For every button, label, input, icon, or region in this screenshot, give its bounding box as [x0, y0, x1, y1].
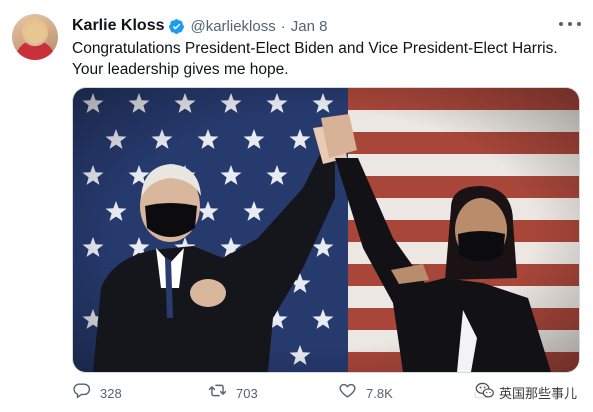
wechat-watermark: 英国那些事儿 [472, 380, 579, 405]
retweet-button[interactable]: 703 [208, 380, 258, 406]
heart-icon [338, 381, 357, 405]
tweet-card: Karlie Kloss @karliekloss · Jan 8 Congra… [0, 0, 593, 412]
watermark-text: 英国那些事儿 [498, 385, 577, 401]
tweet-photo[interactable] [72, 87, 580, 373]
like-button[interactable]: 7.8K [338, 380, 393, 406]
reply-count: 328 [100, 385, 122, 401]
photo-illustration [73, 88, 579, 372]
reply-icon [72, 381, 91, 405]
verified-badge-icon [168, 18, 185, 35]
wechat-icon [475, 380, 495, 405]
tweet-text: Congratulations President-Elect Biden an… [72, 38, 577, 80]
more-dot [568, 22, 572, 26]
retweet-icon [208, 381, 227, 405]
more-options-icon[interactable] [559, 16, 581, 32]
tweet-text-line: Congratulations President-Elect Biden an… [72, 40, 558, 57]
reply-button[interactable]: 328 [72, 380, 122, 406]
profile-avatar[interactable] [12, 14, 58, 60]
more-dot [559, 22, 563, 26]
avatar-hair [22, 19, 48, 43]
tweet-date[interactable]: Jan 8 [291, 18, 328, 35]
header-separator: · [280, 17, 286, 35]
retweet-count: 703 [236, 385, 258, 401]
tweet-text-line: Your leadership gives me hope. [72, 61, 289, 78]
tweet-header: Karlie Kloss @karliekloss · Jan 8 [72, 15, 327, 37]
author-handle[interactable]: @karliekloss [190, 18, 275, 35]
author-display-name[interactable]: Karlie Kloss [72, 17, 164, 35]
more-dot [577, 22, 581, 26]
like-count: 7.8K [366, 385, 393, 401]
